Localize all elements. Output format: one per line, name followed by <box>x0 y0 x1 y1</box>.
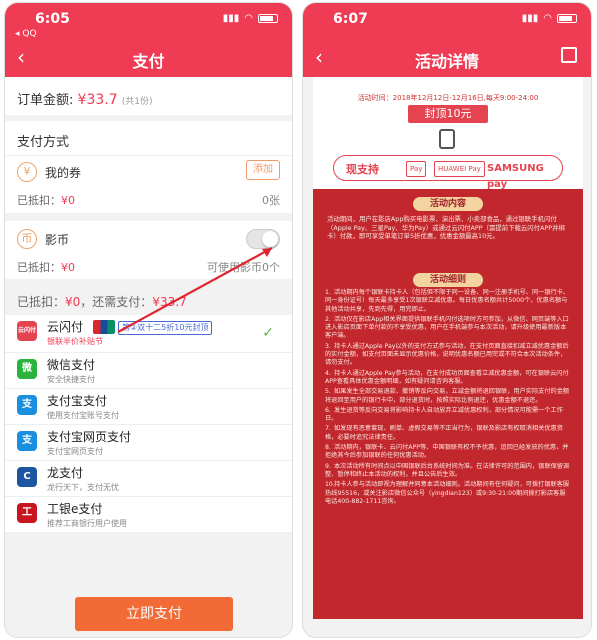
arrow-line <box>117 247 273 333</box>
screenshot-stage: 6:05 ◂ QQ ▮▮▮ ◠ ‹ 支付 订单金额: ¥33.7 (共1份) 支… <box>0 0 597 640</box>
annotation-arrow <box>117 247 273 333</box>
